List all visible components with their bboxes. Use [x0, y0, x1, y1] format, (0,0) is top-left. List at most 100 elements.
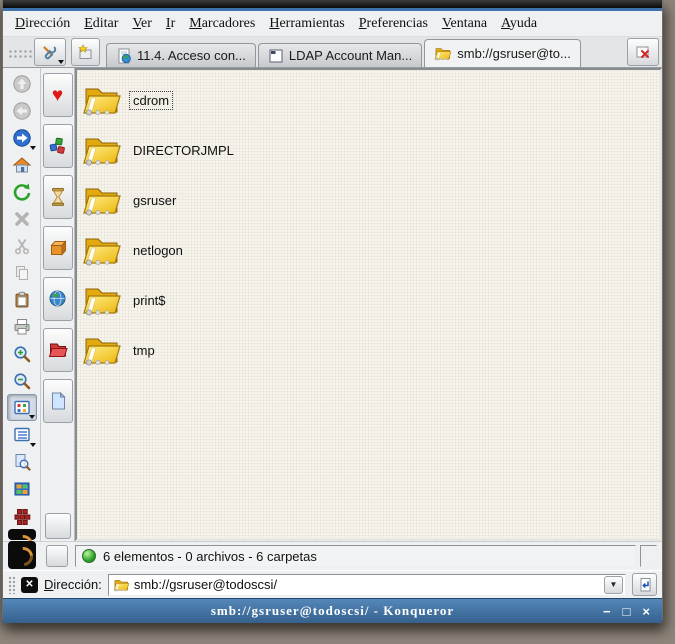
- location-dropdown-button[interactable]: ▼: [604, 575, 623, 594]
- window-top-border: [3, 0, 662, 8]
- detach-view-button[interactable]: [7, 502, 37, 529]
- multicolumn-view-icon: [14, 482, 29, 495]
- forward-button[interactable]: [7, 124, 37, 151]
- note-icon: [51, 391, 66, 410]
- notes-button[interactable]: [42, 379, 73, 423]
- go-button[interactable]: [632, 573, 657, 596]
- folder-label: cdrom: [129, 90, 174, 110]
- folder-item-tmp[interactable]: tmp: [82, 325, 332, 375]
- menu-ir[interactable]: Ir: [166, 16, 175, 32]
- minibox-cell: [40, 542, 73, 570]
- folder-item-gsruser[interactable]: gsruser: [82, 175, 332, 225]
- location-bar: ✕ Dirección: ▼: [3, 570, 662, 598]
- tab-label: smb://gsruser@to...: [457, 46, 571, 61]
- red-folder-icon: [48, 343, 68, 357]
- list-view-icon: [13, 427, 30, 441]
- shared-folder-button[interactable]: [42, 328, 73, 372]
- folder-icon: [82, 283, 122, 317]
- clear-location-button[interactable]: ✕: [21, 576, 38, 593]
- history-button[interactable]: [42, 175, 73, 219]
- menu-herramientas[interactable]: Herramientas: [269, 16, 344, 32]
- close-button[interactable]: ×: [642, 605, 650, 618]
- folder-item-directorjmpl[interactable]: DIRECTORJMPL: [82, 125, 332, 175]
- wrench-icon: [41, 43, 59, 61]
- reload-button[interactable]: [7, 178, 37, 205]
- folder-label: print$: [133, 292, 166, 308]
- cut-icon: [14, 238, 29, 254]
- icon-view-button[interactable]: [6, 394, 37, 421]
- menu-ver[interactable]: Ver: [132, 16, 151, 32]
- stop-button[interactable]: [7, 205, 37, 232]
- location-combobox[interactable]: ▼: [107, 573, 626, 596]
- tab-smb-active[interactable]: smb://gsruser@to...: [424, 39, 581, 67]
- folder-icon: [82, 333, 122, 367]
- menu-direccion[interactable]: Dirección: [15, 16, 70, 32]
- bricks-icon: [14, 508, 30, 525]
- empty-box: [45, 545, 68, 567]
- zoom-in-icon: [13, 345, 30, 362]
- up-icon: [12, 74, 31, 93]
- dropdown-caret-icon: [29, 146, 36, 150]
- menu-marcadores[interactable]: Marcadores: [189, 16, 255, 32]
- main-area: ♥ cdrom DIRECTORJMPL gsruser netlogon pr…: [3, 68, 662, 541]
- print-button[interactable]: [7, 313, 37, 340]
- back-icon: [12, 101, 31, 120]
- menu-ayuda[interactable]: Ayuda: [501, 16, 537, 32]
- main-toolbar: [3, 68, 41, 541]
- location-input[interactable]: [133, 577, 600, 592]
- globe-icon: [49, 290, 65, 307]
- activity-spinner-icon: [7, 541, 36, 569]
- dropdown-caret-icon: [58, 60, 64, 64]
- stop-icon: [14, 211, 29, 226]
- up-button[interactable]: [7, 70, 37, 97]
- menu-preferencias[interactable]: Preferencias: [359, 16, 428, 32]
- chevron-down-icon: ▼: [609, 580, 618, 589]
- home-icon: [12, 156, 31, 172]
- bookmarks-button[interactable]: ♥: [42, 73, 73, 117]
- html-page-icon: [116, 48, 132, 64]
- tab-ldap[interactable]: LDAP Account Man...: [257, 43, 423, 67]
- new-tab-button[interactable]: [71, 38, 100, 66]
- status-resize-box: [640, 545, 657, 567]
- folder-item-cdrom[interactable]: cdrom: [82, 75, 332, 125]
- hourglass-icon: [51, 188, 64, 206]
- home-button[interactable]: [7, 151, 37, 178]
- components-icon: [49, 137, 65, 154]
- tab-acceso[interactable]: 11.4. Acceso con...: [106, 43, 256, 67]
- screenshot-stage: Dirección Editar Ver Ir Marcadores Herra…: [0, 0, 675, 644]
- window-titlebar[interactable]: smb://gsruser@todoscsi/ - Konqueror − □ …: [3, 598, 662, 623]
- cut-button[interactable]: [7, 232, 37, 259]
- new-tab-icon: [77, 43, 94, 61]
- copy-button[interactable]: [7, 259, 37, 286]
- menu-editar[interactable]: Editar: [84, 16, 118, 32]
- locationbar-grip-handle[interactable]: [8, 575, 15, 594]
- preview-button[interactable]: [7, 448, 37, 475]
- zoom-out-icon: [13, 372, 30, 389]
- go-icon: [640, 577, 650, 591]
- toolbar-grip-handle[interactable]: [8, 49, 32, 59]
- zoom-out-button[interactable]: [7, 367, 37, 394]
- clear-location-icon: ✕: [25, 578, 34, 590]
- dropdown-caret-icon: [28, 415, 35, 419]
- tools-button[interactable]: [34, 38, 66, 66]
- components-button[interactable]: [42, 124, 73, 168]
- folder-icon: [82, 233, 122, 267]
- zoom-in-button[interactable]: [7, 340, 37, 367]
- back-button[interactable]: [7, 97, 37, 124]
- network-button[interactable]: [42, 277, 73, 321]
- multicolumn-view-button[interactable]: [7, 475, 37, 502]
- close-tab-button[interactable]: [627, 38, 659, 66]
- folder-item-prints[interactable]: print$: [82, 275, 332, 325]
- konqueror-window: Dirección Editar Ver Ir Marcadores Herra…: [2, 0, 663, 623]
- window-title: smb://gsruser@todoscsi/ - Konqueror: [210, 603, 455, 618]
- folder-item-netlogon[interactable]: netlogon: [82, 225, 332, 275]
- maximize-button[interactable]: □: [623, 605, 631, 618]
- minimize-button[interactable]: −: [603, 605, 611, 618]
- paste-button[interactable]: [7, 286, 37, 313]
- menubar: Dirección Editar Ver Ir Marcadores Herra…: [3, 11, 662, 37]
- menu-ventana[interactable]: Ventana: [442, 16, 487, 32]
- list-view-button[interactable]: [7, 421, 37, 448]
- package-button[interactable]: [42, 226, 73, 270]
- close-tab-icon: [635, 44, 652, 61]
- icon-view-icon: [13, 400, 30, 414]
